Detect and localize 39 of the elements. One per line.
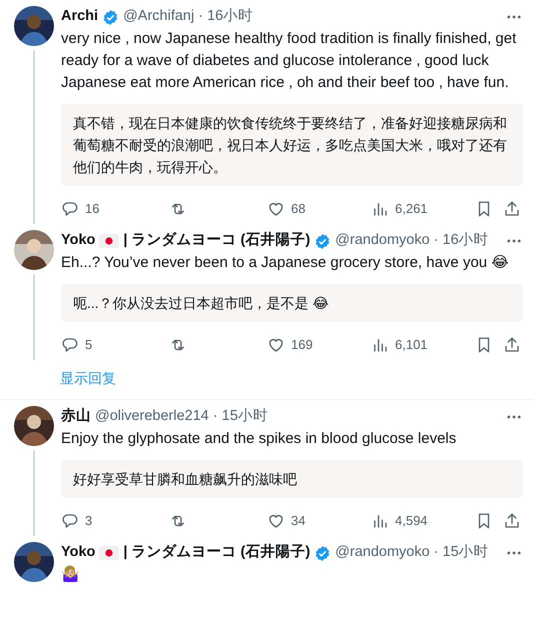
author-name-suffix: | ランダムヨーコ (石井陽子) [123,230,310,250]
author-handle: @randomyoko · 15小时 [335,543,489,562]
view-count: 6,261 [395,200,428,218]
author-name: Yoko [61,543,96,562]
translation-text: 好好享受草甘膦和血糖飙升的滋味吧 [61,460,523,498]
heart-icon[interactable] [267,512,285,530]
author-handle: @randomyoko · 16小时 [335,231,489,250]
author-name: 赤山 [61,406,91,426]
bar-chart-icon[interactable] [371,336,389,354]
like-count: 68 [291,200,306,218]
like-count: 34 [291,512,306,530]
author-handle: @olivereberle214 · 15小时 [95,407,268,426]
reply-icon[interactable] [61,200,79,218]
share-icon[interactable] [503,200,521,218]
reply-icon[interactable] [61,512,79,530]
author-handle: @Archifanj · 16小时 [123,7,254,26]
reply-count: 16 [85,200,100,218]
translation-text: 真不错，现在日本健康的饮食传统终于要终结了，准备好迎接糖尿病和葡萄糖不耐受的浪潮吧，祝日本人好运，多吃点美国大米，哦对了还有他们的牛肉，玩得开心。 [61,104,523,186]
like-count: 169 [291,336,313,354]
heart-icon[interactable] [267,200,285,218]
share-icon[interactable] [503,512,521,530]
reply-icon[interactable] [61,336,79,354]
reply-count: 5 [85,336,92,354]
author-name: Archi [61,7,98,26]
tweet-text: 🤷🏼‍♀ [61,564,81,585]
tweet-text: very nice , now Japanese healthy food tradition is finally finished, get ready for a wave of diabetes and glucose intolerance , good luck Japanese eat more American rice , oh and their beef too , have fun. [61,29,518,93]
translation-text: 呃...？你从没去过日本超市吧，是不是 😂 [61,284,523,322]
share-icon[interactable] [503,336,521,354]
bar-chart-icon[interactable] [371,200,389,218]
tweet-text: Enjoy the glyphosate and the spikes in blood glucose levels [61,429,458,449]
reply-count: 3 [85,512,92,530]
bar-chart-icon[interactable] [371,512,389,530]
tweet-text: Eh...? You’ve never been to a Japanese grocery store, have you 😂 [61,253,510,273]
view-count: 4,594 [395,512,428,530]
author-name-suffix: | ランダムヨーコ (石井陽子) [123,542,310,562]
view-count: 6,101 [395,336,428,354]
author-name: Yoko [61,231,96,250]
show-replies-link[interactable]: 显示回复 [60,370,116,386]
heart-icon[interactable] [267,336,285,354]
